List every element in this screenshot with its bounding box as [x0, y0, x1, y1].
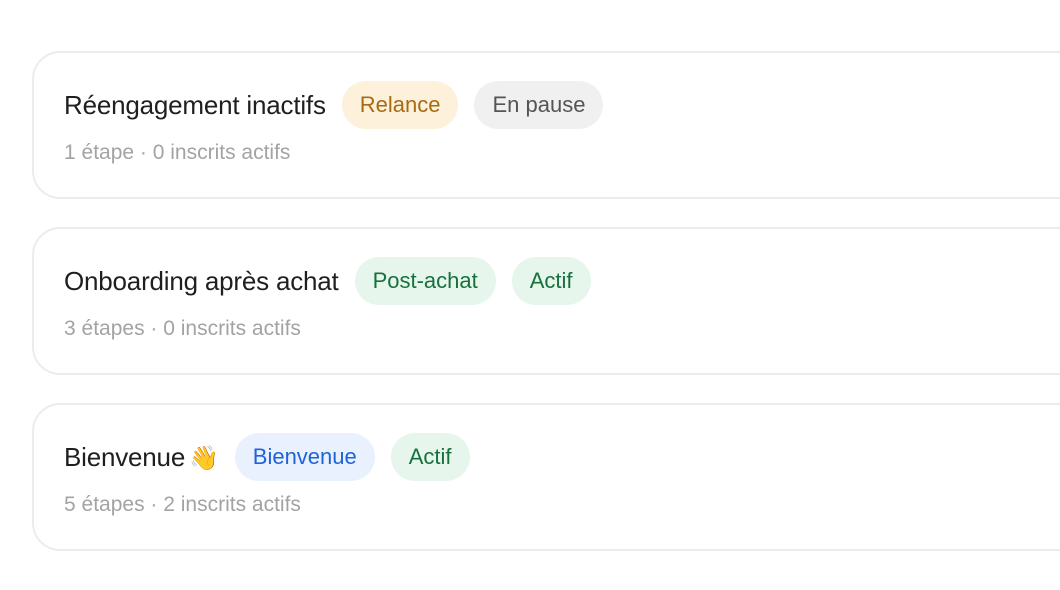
sequence-title: Onboarding après achat — [64, 265, 339, 296]
sequence-card-bienvenue[interactable]: Bienvenue 👋 Bienvenue Actif 5 étapes · 2 … — [32, 403, 1060, 551]
sequence-header: Réengagement inactifs Relance En pause — [64, 81, 1060, 129]
sequence-status-badge: En pause — [474, 81, 604, 129]
sequence-status-badge: Actif — [511, 257, 591, 305]
sequence-title-text: Bienvenue — [64, 441, 186, 472]
sequence-title: Réengagement inactifs — [64, 89, 326, 120]
sequence-card-onboarding[interactable]: Onboarding après achat Post-achat Actif … — [32, 227, 1060, 375]
sequence-card-reengagement[interactable]: Réengagement inactifs Relance En pause 1… — [32, 51, 1060, 199]
sequence-title: Bienvenue 👋 — [64, 442, 219, 473]
sequence-list: Réengagement inactifs Relance En pause 1… — [0, 0, 1060, 590]
sequence-meta: 5 étapes · 2 inscrits actifs — [64, 493, 301, 516]
sequence-status-badge: Actif — [390, 433, 470, 481]
sequence-header: Bienvenue 👋 Bienvenue Actif — [64, 433, 1060, 481]
waving-hand-icon: 👋 — [189, 444, 219, 472]
sequence-meta: 1 étape · 0 inscrits actifs — [64, 141, 291, 164]
sequence-tag-badge: Bienvenue — [234, 433, 375, 481]
sequence-tag-badge: Post-achat — [354, 257, 496, 305]
sequence-meta: 3 étapes · 0 inscrits actifs — [64, 317, 301, 340]
sequence-header: Onboarding après achat Post-achat Actif — [64, 257, 1060, 305]
sequence-tag-badge: Relance — [341, 81, 459, 129]
